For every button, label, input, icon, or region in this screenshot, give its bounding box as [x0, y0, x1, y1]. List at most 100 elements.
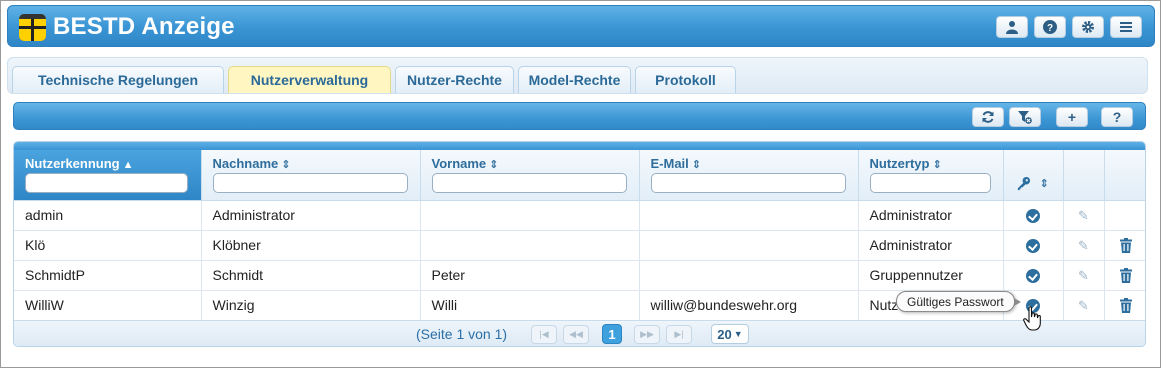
users-grid: Nutzerkennung ▲ Nachname ⇕ Vorname ⇕ E-Mail…	[13, 141, 1146, 347]
key-icon	[1017, 176, 1030, 191]
sort-icon: ⇕	[281, 159, 291, 171]
current-page-button[interactable]: 1	[602, 324, 622, 344]
filter-nutzertyp-input[interactable]	[869, 173, 991, 193]
cell-vorname: Willi	[420, 290, 640, 321]
pagination-bar: (Seite 1 von 1) |◀ ◀◀ 1 ▶▶ ▶| 20 ▼	[14, 320, 1145, 346]
sort-icon: ⇕	[932, 159, 942, 171]
cell-password-status	[1003, 230, 1064, 261]
tab-protokoll[interactable]: Protokoll	[635, 66, 736, 93]
cell-nachname: Administrator	[201, 200, 421, 231]
hand-pointer-icon	[1023, 306, 1041, 331]
menu-icon	[1120, 22, 1132, 32]
cell-vorname	[420, 200, 640, 231]
help-icon: ?	[1043, 20, 1057, 34]
prev-page-button[interactable]: ◀◀	[563, 325, 589, 344]
cell-nutzerkennung: Klö	[14, 230, 202, 261]
last-page-icon: ▶|	[674, 329, 684, 339]
column-header-vorname[interactable]: Vorname ⇕	[420, 150, 640, 201]
cell-nutzertyp: Administrator	[858, 230, 1004, 261]
tab-model-rechte[interactable]: Model-Rechte	[518, 66, 631, 93]
last-page-button[interactable]: ▶|	[666, 325, 692, 344]
settings-button[interactable]	[1072, 16, 1104, 38]
cell-nutzerkennung: SchmidtP	[14, 260, 202, 291]
cell-nutzerkennung: admin	[14, 200, 202, 231]
sort-icon: ⇕	[691, 159, 702, 171]
column-header-nachname[interactable]: Nachname ⇕	[201, 150, 421, 201]
cell-delete	[1104, 290, 1145, 321]
cell-password-status	[1003, 200, 1064, 231]
tab-nutzerverwaltung[interactable]: Nutzerverwaltung	[228, 66, 391, 93]
menu-button[interactable]	[1110, 16, 1142, 38]
user-icon	[1006, 21, 1018, 34]
app-header: BESTD Anzeige ?	[7, 5, 1155, 47]
app-window: BESTD Anzeige ? Technische Regelungen Nu…	[0, 0, 1161, 368]
cell-email	[639, 200, 859, 231]
cell-nachname: Klöbner	[201, 230, 421, 261]
edit-pencil-icon[interactable]: ✎	[1078, 208, 1089, 223]
password-tooltip: Gültiges Passwort	[896, 291, 1021, 312]
gear-icon	[1082, 21, 1094, 33]
table-row[interactable]: admin Administrator Administrator ✎	[14, 200, 1145, 231]
svg-text:?: ?	[1047, 23, 1053, 34]
tab-technische-regelungen[interactable]: Technische Regelungen	[12, 66, 224, 93]
table-row[interactable]: SchmidtP Schmidt Peter Gruppennutzer ✎	[14, 260, 1145, 291]
column-header-nutzertyp[interactable]: Nutzertyp ⇕	[858, 150, 1004, 201]
filter-email-input[interactable]	[650, 173, 846, 193]
cell-vorname: Peter	[420, 260, 640, 291]
edit-pencil-icon[interactable]: ✎	[1078, 238, 1089, 253]
filter-clear-icon	[1018, 111, 1032, 124]
cell-edit: ✎	[1063, 290, 1105, 321]
cell-nachname: Schmidt	[201, 260, 421, 291]
cell-email	[639, 230, 859, 261]
cell-edit: ✎	[1063, 230, 1105, 261]
filter-nachname-input[interactable]	[212, 173, 408, 193]
cell-delete	[1104, 200, 1145, 231]
app-logo-icon	[19, 14, 46, 41]
refresh-icon	[982, 111, 994, 123]
chevron-down-icon: ▼	[733, 329, 743, 339]
next-page-button[interactable]: ▶▶	[634, 325, 660, 344]
column-label: Vorname	[431, 156, 487, 171]
grid-toolbar: + ?	[13, 102, 1146, 130]
filter-nutzerkennung-input[interactable]	[25, 173, 188, 193]
check-circle-icon	[1026, 239, 1040, 254]
tab-nutzer-rechte[interactable]: Nutzer-Rechte	[395, 66, 514, 93]
column-label: Nutzerkennung	[25, 156, 120, 171]
cell-email	[639, 260, 859, 291]
column-header-nutzerkennung[interactable]: Nutzerkennung ▲	[14, 150, 202, 201]
toolbar-help-button[interactable]: ?	[1101, 107, 1133, 127]
prev-page-icon: ◀◀	[569, 329, 583, 339]
help-button[interactable]: ?	[1034, 16, 1066, 38]
sort-icon: ⇕	[1039, 178, 1049, 190]
cell-nachname: Winzig	[201, 290, 421, 321]
trash-icon[interactable]	[1119, 268, 1133, 284]
table-row[interactable]: Klö Klöbner Administrator ✎	[14, 230, 1145, 261]
add-button[interactable]: +	[1056, 107, 1088, 127]
page-size-select[interactable]: 20 ▼	[711, 324, 749, 344]
page-info: (Seite 1 von 1)	[416, 326, 508, 342]
cell-delete	[1104, 260, 1145, 291]
column-label: Nachname	[212, 156, 279, 171]
clear-filter-button[interactable]	[1009, 107, 1041, 127]
column-header-email[interactable]: E-Mail ⇕	[639, 150, 859, 201]
cell-password-status	[1003, 260, 1064, 291]
column-header-delete	[1104, 150, 1145, 201]
column-label: Nutzertyp	[869, 156, 930, 171]
column-header-password[interactable]: ⇕	[1003, 150, 1064, 201]
refresh-button[interactable]	[972, 107, 1004, 127]
cell-nutzertyp: Gruppennutzer	[858, 260, 1004, 291]
user-button[interactable]	[996, 16, 1028, 38]
trash-icon[interactable]	[1119, 298, 1133, 314]
cell-vorname	[420, 230, 640, 261]
cell-edit: ✎	[1063, 260, 1105, 291]
app-title: BESTD Anzeige	[53, 13, 235, 40]
cell-edit: ✎	[1063, 200, 1105, 231]
first-page-button[interactable]: |◀	[531, 325, 557, 344]
filter-vorname-input[interactable]	[431, 173, 627, 193]
sort-asc-icon: ▲	[122, 159, 134, 171]
edit-pencil-icon[interactable]: ✎	[1078, 298, 1089, 313]
trash-icon[interactable]	[1119, 238, 1133, 254]
grid-top-strip	[14, 142, 1145, 150]
edit-pencil-icon[interactable]: ✎	[1078, 268, 1089, 283]
cell-email: williw@bundeswehr.org	[639, 290, 859, 321]
